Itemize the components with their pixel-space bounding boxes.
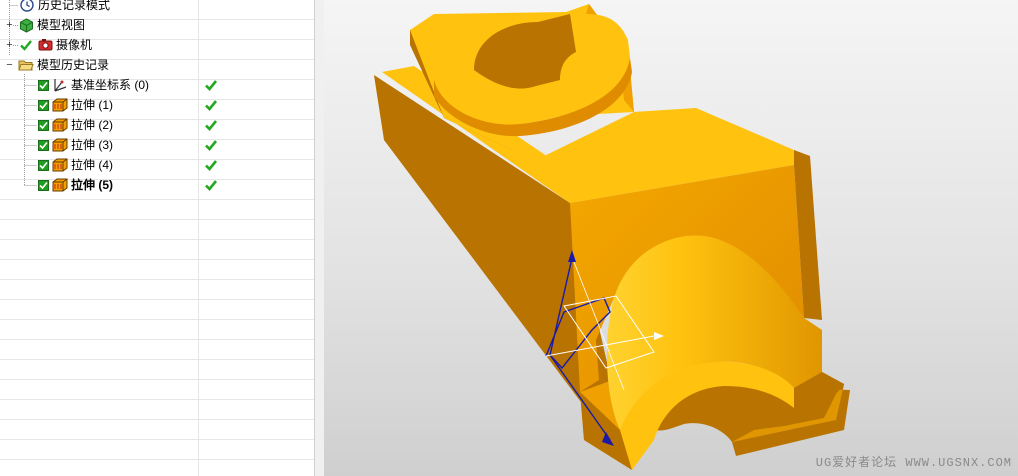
graphics-viewport[interactable]: UG爱好者论坛 WWW.UGSNX.COM bbox=[324, 0, 1018, 476]
status-check-icon bbox=[205, 75, 219, 95]
tree-node-model-views[interactable]: + 模型视图 bbox=[5, 15, 85, 35]
tree-node-extrude-2[interactable]: 拉伸 (2) bbox=[38, 115, 113, 135]
status-check-icon bbox=[205, 135, 219, 155]
tree-node-model-history[interactable]: − 模型历史记录 bbox=[5, 55, 109, 75]
tree-node-label: 基准坐标系 (0) bbox=[71, 78, 150, 92]
camera-icon bbox=[37, 37, 53, 53]
tree-node-history-mode[interactable]: 历史记录模式 bbox=[19, 0, 110, 15]
tree-node-label: 拉伸 (4) bbox=[71, 158, 114, 172]
tree-node-label: 拉伸 (1) bbox=[71, 98, 114, 112]
visibility-checkbox[interactable] bbox=[38, 119, 49, 131]
status-check-icon bbox=[205, 115, 219, 135]
datum-csys-icon bbox=[52, 77, 68, 93]
visibility-checkbox[interactable] bbox=[38, 79, 49, 91]
tree-node-label: 历史记录模式 bbox=[38, 0, 111, 12]
extrude-icon bbox=[52, 177, 68, 193]
expand-plus-icon[interactable]: + bbox=[5, 39, 14, 50]
folder-open-icon bbox=[18, 57, 34, 73]
expand-plus-icon[interactable]: + bbox=[5, 19, 14, 30]
status-check-icon bbox=[205, 155, 219, 175]
tree-node-extrude-1[interactable]: 拉伸 (1) bbox=[38, 95, 113, 115]
collapse-minus-icon[interactable]: − bbox=[5, 59, 14, 70]
visibility-checkbox[interactable] bbox=[38, 99, 49, 111]
tree-node-label: 模型视图 bbox=[37, 18, 86, 32]
tree-node-label: 拉伸 (2) bbox=[71, 118, 114, 132]
visibility-checkbox[interactable] bbox=[38, 179, 49, 191]
visibility-checkbox[interactable] bbox=[38, 139, 49, 151]
extrude-icon bbox=[52, 157, 68, 173]
watermark-text: UG爱好者论坛 WWW.UGSNX.COM bbox=[815, 456, 1012, 470]
tree-node-camera[interactable]: + 摄像机 bbox=[5, 35, 92, 55]
panel-splitter[interactable] bbox=[314, 0, 324, 476]
clock-icon bbox=[19, 0, 35, 13]
tree-node-label: 拉伸 (3) bbox=[71, 138, 114, 152]
part-navigator: 历史记录模式 + 模型视图 + 摄像机 − 模型历史记录 基准坐标系 (0) 拉… bbox=[0, 0, 314, 476]
tree-node-extrude-3[interactable]: 拉伸 (3) bbox=[38, 135, 113, 155]
tree-node-extrude-4[interactable]: 拉伸 (4) bbox=[38, 155, 113, 175]
check-icon bbox=[18, 37, 34, 53]
status-check-icon bbox=[205, 95, 219, 115]
tree-node-label: 模型历史记录 bbox=[37, 58, 110, 72]
tree-node-extrude-5[interactable]: 拉伸 (5) bbox=[38, 175, 113, 195]
extrude-icon bbox=[52, 117, 68, 133]
tree-node-label: 拉伸 (5) bbox=[71, 178, 114, 192]
tree-node-datum-csys[interactable]: 基准坐标系 (0) bbox=[38, 75, 149, 95]
model-views-icon bbox=[18, 17, 34, 33]
extrude-icon bbox=[52, 97, 68, 113]
status-check-icon bbox=[205, 175, 219, 195]
extrude-icon bbox=[52, 137, 68, 153]
model-3d-part[interactable] bbox=[324, 0, 1018, 476]
visibility-checkbox[interactable] bbox=[38, 159, 49, 171]
tree-node-label: 摄像机 bbox=[56, 38, 93, 52]
